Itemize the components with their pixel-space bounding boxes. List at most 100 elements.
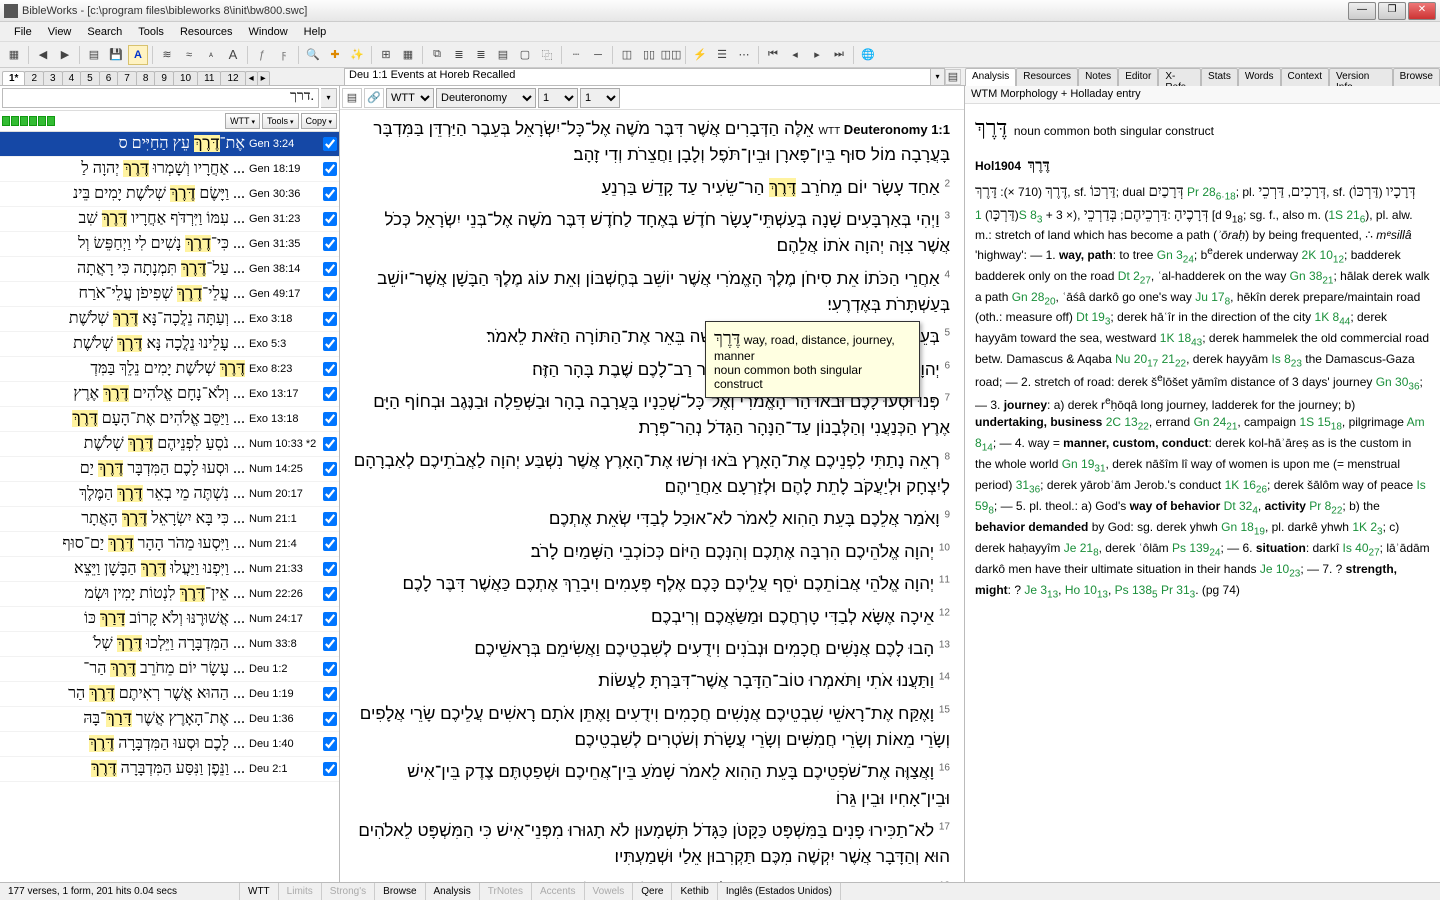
result-checkbox[interactable]	[323, 462, 337, 476]
search-tab-5[interactable]: 5	[80, 71, 100, 85]
analysis-tab-resources[interactable]: Resources	[1016, 68, 1078, 88]
func-1-icon[interactable]: ƒ	[252, 45, 272, 65]
verse[interactable]: 4 אַחֲרֵי הַכֹּתוֹ אֵת סִיחֹן מֶלֶךְ הָא…	[348, 266, 950, 319]
result-checkbox[interactable]	[323, 187, 337, 201]
book-select[interactable]: Deuteronomy	[436, 88, 536, 108]
verse[interactable]: WTT Deuteronomy 1:1 אֵלֶּה הַדְּבָרִים א…	[348, 116, 950, 169]
result-row[interactable]: ... הַמִּדְבָּרָה וַיֵּלְכוּ דֶּרֶךְ שְׁ…	[0, 632, 339, 657]
result-row[interactable]: ... כִּי־דֶרֶךְ נָשִׁים לִי וַיְחַפֵּשׂ …	[0, 232, 339, 257]
result-row[interactable]: אֶת־דֶּרֶךְ עֵץ הַחַיִּים סGen 3:24	[0, 132, 339, 157]
dash-icon[interactable]: ┄	[566, 45, 586, 65]
analysis-tab-context[interactable]: Context	[1281, 68, 1329, 88]
grid-icon[interactable]: ▦	[4, 45, 24, 65]
version-select[interactable]: WTT	[386, 88, 434, 108]
skip-left-icon[interactable]: ⏮	[763, 45, 783, 65]
search-version-button[interactable]: WTT	[225, 113, 260, 129]
result-row[interactable]: ... אֲשׁוּרֶנּוּ וְלֹא קָרוֹב דָּרַךְ כּ…	[0, 607, 339, 632]
arrow-right-icon[interactable]: ▶	[55, 45, 75, 65]
analysis-tab-stats[interactable]: Stats	[1201, 68, 1238, 88]
analysis-tab-words[interactable]: Words	[1238, 68, 1281, 88]
verse[interactable]: 16 וָאֲצַוֶּה אֶת־שֹׁפְטֵיכֶם בָּעֵת הַה…	[348, 759, 950, 812]
line-icon[interactable]: ─	[588, 45, 608, 65]
wand2-icon[interactable]: ⚡	[690, 45, 710, 65]
page-icon[interactable]: ▤	[84, 45, 104, 65]
toggle-2-icon[interactable]: ≈	[179, 45, 199, 65]
result-checkbox[interactable]	[323, 137, 337, 151]
search-input[interactable]: .דרך	[2, 88, 319, 108]
result-checkbox[interactable]	[323, 312, 337, 326]
menu-window[interactable]: Window	[241, 24, 296, 40]
result-row[interactable]: ... וַיִּפְנוּ וַיַּעֲלוּ דֶּרֶךְ הַבָּש…	[0, 557, 339, 582]
verse[interactable]: 13 הָבוּ לָכֶם אֲנָשִׁים חֲכָמִים וּנְבֹ…	[348, 636, 950, 662]
note-icon-2[interactable]: ▤	[945, 69, 961, 85]
note-icon[interactable]: ▤	[493, 45, 513, 65]
status-cell-wtt[interactable]: WTT	[240, 883, 279, 900]
result-row[interactable]: ... עֲלֵי־דֶרֶךְ שְׁפִיפֹן עֲלֵי־אֹרַחGe…	[0, 282, 339, 307]
result-checkbox[interactable]	[323, 237, 337, 251]
big-a-icon[interactable]: A	[223, 45, 243, 65]
status-cell-vowels[interactable]: Vowels	[585, 883, 634, 900]
result-row[interactable]: ... עָשָׂר יוֹם מֵחֹרֵב דֶּרֶךְ הַר־Deu …	[0, 657, 339, 682]
search-tools-button[interactable]: Tools	[262, 113, 298, 129]
search-tab-10[interactable]: 10	[173, 71, 198, 85]
status-cell-strong-s[interactable]: Strong's	[322, 883, 375, 900]
status-cell-accents[interactable]: Accents	[532, 883, 585, 900]
result-row[interactable]: ... וַיַּסֵּב אֱלֹהִים אֶת־הָעָם דֶּרֶךְ…	[0, 407, 339, 432]
search-tab-2[interactable]: 2	[24, 71, 44, 85]
status-cell-ingl-s-estados-unidos-[interactable]: Inglês (Estados Unidos)	[718, 883, 841, 900]
search-tab-9[interactable]: 9	[154, 71, 174, 85]
result-checkbox[interactable]	[323, 487, 337, 501]
copy-icon[interactable]: ⿻	[537, 45, 557, 65]
layout2-icon[interactable]: ▯▯	[639, 45, 659, 65]
result-row[interactable]: ... אַחֲרָיו וְשָׁמְרוּ דֶּרֶךְ יְהוָה ל…	[0, 157, 339, 182]
chapter-select[interactable]: 1	[538, 88, 578, 108]
search-tab-12[interactable]: 12	[220, 71, 245, 85]
breadcrumb-input[interactable]: Deu 1:1 Events at Horeb Recalled	[344, 68, 931, 86]
verse[interactable]: 12 אֵיכָה אֶשָּׂא לְבַדִּי טָרְחֲכֶם וּמ…	[348, 604, 950, 630]
result-checkbox[interactable]	[323, 662, 337, 676]
analysis-tab-notes[interactable]: Notes	[1078, 68, 1118, 88]
tab-scroll-icon[interactable]: ▸	[257, 71, 270, 85]
mid-link-icon[interactable]: 🔗	[364, 88, 384, 108]
search-tab-11[interactable]: 11	[197, 71, 221, 85]
search-tab-1[interactable]: 1*	[2, 71, 25, 85]
passage-text[interactable]: WTT Deuteronomy 1:1 אֵלֶּה הַדְּבָרִים א…	[340, 110, 964, 882]
status-cell-kethib[interactable]: Kethib	[672, 883, 717, 900]
result-checkbox[interactable]	[323, 687, 337, 701]
doc-icon[interactable]: ▢	[515, 45, 535, 65]
result-checkbox[interactable]	[323, 162, 337, 176]
verse[interactable]: 3 וַיְהִי בְּאַרְבָּעִים שָׁנָה בְּעַשְׁ…	[348, 207, 950, 260]
menu-view[interactable]: View	[40, 24, 80, 40]
result-checkbox[interactable]	[323, 262, 337, 276]
result-checkbox[interactable]	[323, 612, 337, 626]
wand-icon[interactable]: ✨	[347, 45, 367, 65]
verse[interactable]: 11 יְהוָה אֱלֹהֵי אֲבוֹתֵכֶם יֹסֵף עֲלֵי…	[348, 571, 950, 597]
verse[interactable]: 17 לֹא־תַכִּירוּ פָנִים בַּמִּשְׁפָּט כַ…	[348, 818, 950, 871]
result-checkbox[interactable]	[323, 362, 337, 376]
result-checkbox[interactable]	[323, 212, 337, 226]
status-cell-limits[interactable]: Limits	[279, 883, 322, 900]
result-checkbox[interactable]	[323, 637, 337, 651]
result-checkbox[interactable]	[323, 287, 337, 301]
result-checkbox[interactable]	[323, 762, 337, 776]
globe-icon[interactable]: 🌐	[858, 45, 878, 65]
search-tab-8[interactable]: 8	[136, 71, 156, 85]
analysis-tab-editor[interactable]: Editor	[1118, 68, 1158, 88]
analysis-tab-version-info[interactable]: Version Info	[1329, 68, 1393, 88]
verse[interactable]: 10 יְהוָה אֱלֹהֵיכֶם הִרְבָּה אֶתְכֶם וְ…	[348, 539, 950, 565]
result-row[interactable]: ... הַהוּא אֲשֶׁר רְאִיתֶם דֶּרֶךְ הַרDe…	[0, 682, 339, 707]
result-checkbox[interactable]	[323, 537, 337, 551]
result-row[interactable]: ... וַיִּסְעוּ מֵהֹר הָהָר דֶּרֶךְ יַם־ס…	[0, 532, 339, 557]
result-checkbox[interactable]	[323, 412, 337, 426]
minimize-button[interactable]: —	[1348, 2, 1376, 20]
toggle-1-icon[interactable]: ≋	[157, 45, 177, 65]
search-results-list[interactable]: אֶת־דֶּרֶךְ עֵץ הַחַיִּים סGen 3:24... א…	[0, 132, 339, 882]
breadcrumb-dropdown[interactable]: ▾	[931, 68, 945, 86]
search-tab-7[interactable]: 7	[117, 71, 137, 85]
search-tab-4[interactable]: 4	[62, 71, 82, 85]
analysis-tab-analysis[interactable]: Analysis	[965, 68, 1016, 88]
status-cell-analysis[interactable]: Analysis	[426, 883, 480, 900]
mid-mode-icon[interactable]: ▤	[342, 88, 362, 108]
layout3-icon[interactable]: ◫◫	[661, 45, 681, 65]
verse[interactable]: 9 וָאֹמַר אֲלֵכֶם בָּעֵת הַהִוא לֵאמֹר ל…	[348, 506, 950, 532]
